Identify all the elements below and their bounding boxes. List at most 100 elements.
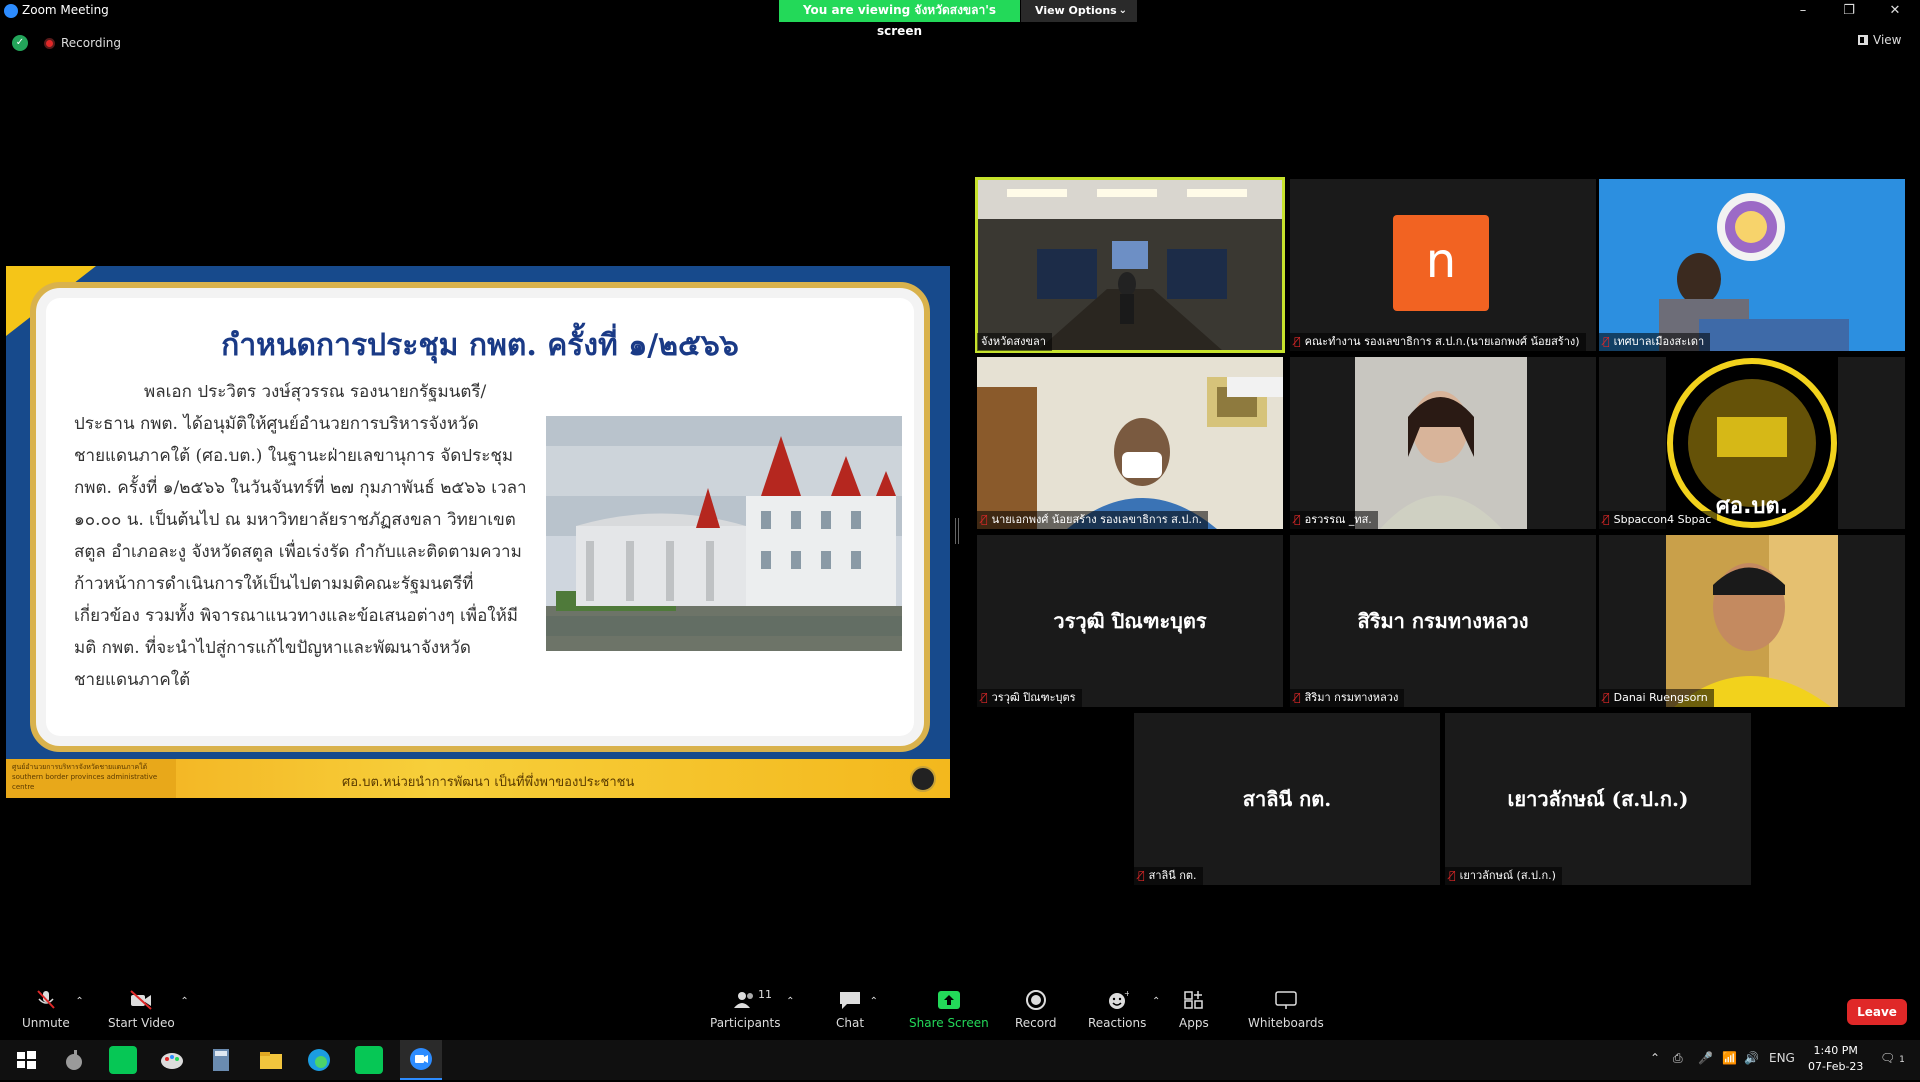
calculator-icon[interactable]	[207, 1046, 235, 1074]
slide-card: กำหนดการประชุม กพต. ครั้งที่ ๑/๒๕๖๖ พลเอ…	[30, 282, 930, 752]
unmute-label: Unmute	[22, 1016, 70, 1030]
participant-tile[interactable]: จังหวัดสงขลา	[975, 177, 1285, 353]
participants-button[interactable]: 11 Participants ⌃	[710, 988, 795, 1030]
participant-tile[interactable]: 🎙̸ Danai Ruengsorn	[1599, 535, 1905, 707]
apps-button[interactable]: Apps	[1179, 990, 1209, 1030]
restore-button[interactable]: ❐	[1826, 0, 1872, 22]
participant-display-name: เยาวลักษณ์ (ส.ป.ก.)	[1507, 787, 1689, 811]
speaker-icon[interactable]: 🔊	[1744, 1051, 1759, 1065]
start-video-button[interactable]: Start Video ⌃	[108, 990, 189, 1030]
window-title-bar: Zoom Meeting You are viewing จังหวัดสงขล…	[0, 0, 1920, 38]
windows-start-icon[interactable]	[12, 1046, 40, 1074]
reactions-button[interactable]: + Reactions ⌃	[1088, 990, 1160, 1030]
participant-tile[interactable]: 🎙̸ เทศบาลเมืองสะเดา	[1599, 179, 1905, 351]
participant-name-label: 🎙̸ อรวรรณ _ทส.	[1290, 511, 1378, 529]
taskbar-clock[interactable]: 1:40 PM 07-Feb-23	[1808, 1043, 1863, 1075]
share-screen-icon	[937, 991, 960, 1009]
viewing-screen-banner: You are viewing จังหวัดสงขลา's screen	[779, 0, 1020, 38]
microphone-icon[interactable]: 🎤	[1698, 1051, 1713, 1065]
participant-tile[interactable]: วรวุฒิ ปิณฑะบุตร 🎙̸ วรวุฒิ ปิณฑะบุตร	[977, 535, 1283, 707]
mic-muted-icon: 🎙̸	[1138, 869, 1145, 882]
clock-date: 07-Feb-23	[1808, 1060, 1864, 1073]
recording-indicator[interactable]: Recording	[44, 35, 121, 51]
record-button[interactable]: Record	[1015, 990, 1056, 1030]
mic-muted-icon: 🎙̸	[1294, 513, 1301, 526]
chevron-up-icon[interactable]: ⌃	[75, 996, 83, 1007]
participant-name-label: 🎙̸ เทศบาลเมืองสะเดา	[1599, 333, 1711, 351]
chevron-up-icon[interactable]: ⌃	[786, 996, 794, 1007]
start-video-label: Start Video	[108, 1016, 175, 1030]
language-indicator[interactable]: ENG	[1769, 1051, 1795, 1065]
apps-icon	[1184, 991, 1203, 1009]
whiteboards-button[interactable]: Whiteboards	[1248, 990, 1324, 1030]
sbpac-seal-icon	[910, 766, 936, 792]
view-layout-button[interactable]: View	[1858, 33, 1901, 47]
participant-count: 11	[758, 988, 772, 1001]
view-options-label: View Options	[1035, 4, 1117, 17]
chat-icon	[840, 992, 861, 1009]
notification-center-icon[interactable]: 🗨 1	[1880, 1051, 1905, 1065]
zoom-taskbar-icon[interactable]	[400, 1040, 442, 1080]
chevron-up-icon[interactable]: ⌃	[180, 996, 188, 1007]
participant-tile[interactable]: 🎙̸ นายเอกพงศ์ น้อยสร้าง รองเลขาธิการ ส.ป…	[977, 357, 1283, 529]
paint-app-icon[interactable]	[158, 1046, 186, 1074]
share-screen-button[interactable]: Share Screen	[909, 990, 989, 1030]
svg-text:+: +	[1124, 990, 1129, 998]
wifi-icon[interactable]: 📶	[1722, 1051, 1737, 1065]
participant-tile[interactable]: เยาวลักษณ์ (ส.ป.ก.) 🎙̸ เยาวลักษณ์ (ส.ป.ก…	[1445, 713, 1751, 885]
sbpac-emblem-video: ศอ.บต.	[1599, 357, 1905, 529]
leave-button[interactable]: Leave	[1847, 999, 1907, 1025]
close-button[interactable]: ✕	[1872, 0, 1918, 22]
chat-button[interactable]: Chat ⌃	[836, 990, 878, 1030]
shared-screen-slide: กำหนดการประชุม กพต. ครั้งที่ ๑/๒๕๖๖ พลเอ…	[6, 266, 950, 798]
record-dot-icon	[44, 37, 55, 49]
mic-muted-icon: 🎙̸	[1294, 691, 1301, 704]
mic-muted-icon: 🎙̸	[981, 513, 988, 526]
line-app-icon[interactable]	[109, 1046, 137, 1074]
share-screen-label: Share Screen	[909, 1016, 989, 1030]
participant-name-label: 🎙̸ วรวุฒิ ปิณฑะบุตร	[977, 689, 1082, 707]
view-options-button[interactable]: View Options ⌄	[1021, 0, 1137, 22]
line-app-icon[interactable]	[355, 1046, 383, 1074]
office-man-video	[977, 357, 1283, 529]
file-explorer-icon[interactable]	[257, 1046, 285, 1074]
apple-icon[interactable]	[60, 1046, 88, 1074]
participant-tile[interactable]: สิริมา กรมทางหลวง 🎙̸ สิริมา กรมทางหลวง	[1290, 535, 1596, 707]
participant-tile[interactable]: ศอ.บต. 🎙̸ Sbpaccon4 Sbpac	[1599, 357, 1905, 529]
participant-name-label: 🎙̸ เยาวลักษณ์ (ส.ป.ก.)	[1445, 867, 1562, 885]
mic-muted-icon: 🎙̸	[1603, 513, 1610, 526]
view-label: View	[1873, 33, 1902, 47]
participant-name-label: 🎙̸ นายเอกพงศ์ น้อยสร้าง รองเลขาธิการ ส.ป…	[977, 511, 1209, 529]
encryption-shield-icon[interactable]: ✓	[12, 35, 28, 51]
chat-label: Chat	[836, 1016, 865, 1030]
participant-display-name: สาลินี กต.	[1242, 787, 1332, 811]
slide-footer-org: ศูนย์อำนวยการบริหารจังหวัดชายแดนภาคใต้ s…	[6, 759, 176, 798]
participant-name-label: 🎙̸ สิริมา กรมทางหลวง	[1290, 689, 1405, 707]
slide-footer-slogan: ศอ.บต.หน่วยนำการพัฒนา เป็นที่พึ่งพาของปร…	[342, 775, 635, 790]
minimize-button[interactable]: –	[1780, 0, 1826, 22]
network-device-icon[interactable]: ⎙	[1673, 1051, 1683, 1066]
svg-text:ศอ.บต.: ศอ.บต.	[1716, 494, 1788, 519]
split-view-divider[interactable]	[955, 518, 959, 544]
layout-grid-icon	[1858, 35, 1868, 45]
unmute-button[interactable]: Unmute ⌃	[22, 990, 84, 1030]
participants-label: Participants	[710, 1016, 781, 1030]
clock-time: 1:40 PM	[1813, 1044, 1858, 1057]
windows-taskbar: ⌃ ⎙ 🎤 📶 🔊 ENG 1:40 PM 07-Feb-23 🗨 1	[0, 1040, 1920, 1080]
chevron-up-icon[interactable]: ⌃	[870, 996, 878, 1007]
record-icon	[1025, 990, 1046, 1010]
participant-tile[interactable]: 🎙̸ อรวรรณ _ทส.	[1290, 357, 1596, 529]
participant-name-label: 🎙̸ Danai Ruengsorn	[1599, 689, 1714, 707]
participant-name-label: 🎙̸ สาลินี กต.	[1134, 867, 1203, 885]
mic-muted-icon: 🎙̸	[1603, 691, 1610, 704]
chevron-down-icon: ⌄	[1118, 5, 1127, 16]
participant-tile[interactable]: สาลินี กต. 🎙̸ สาลินี กต.	[1134, 713, 1440, 885]
chevron-up-icon[interactable]: ⌃	[1650, 1051, 1660, 1065]
participant-tile[interactable]: n 🎙̸ คณะทำงาน รองเลขาธิการ ส.ป.ก.(นายเอก…	[1290, 179, 1596, 351]
chevron-up-icon[interactable]: ⌃	[1152, 996, 1160, 1007]
whiteboard-icon	[1275, 991, 1297, 1009]
edge-browser-icon[interactable]	[305, 1046, 333, 1074]
apps-label: Apps	[1179, 1016, 1209, 1030]
window-title: Zoom Meeting	[22, 3, 109, 17]
university-building-photo	[546, 416, 902, 651]
